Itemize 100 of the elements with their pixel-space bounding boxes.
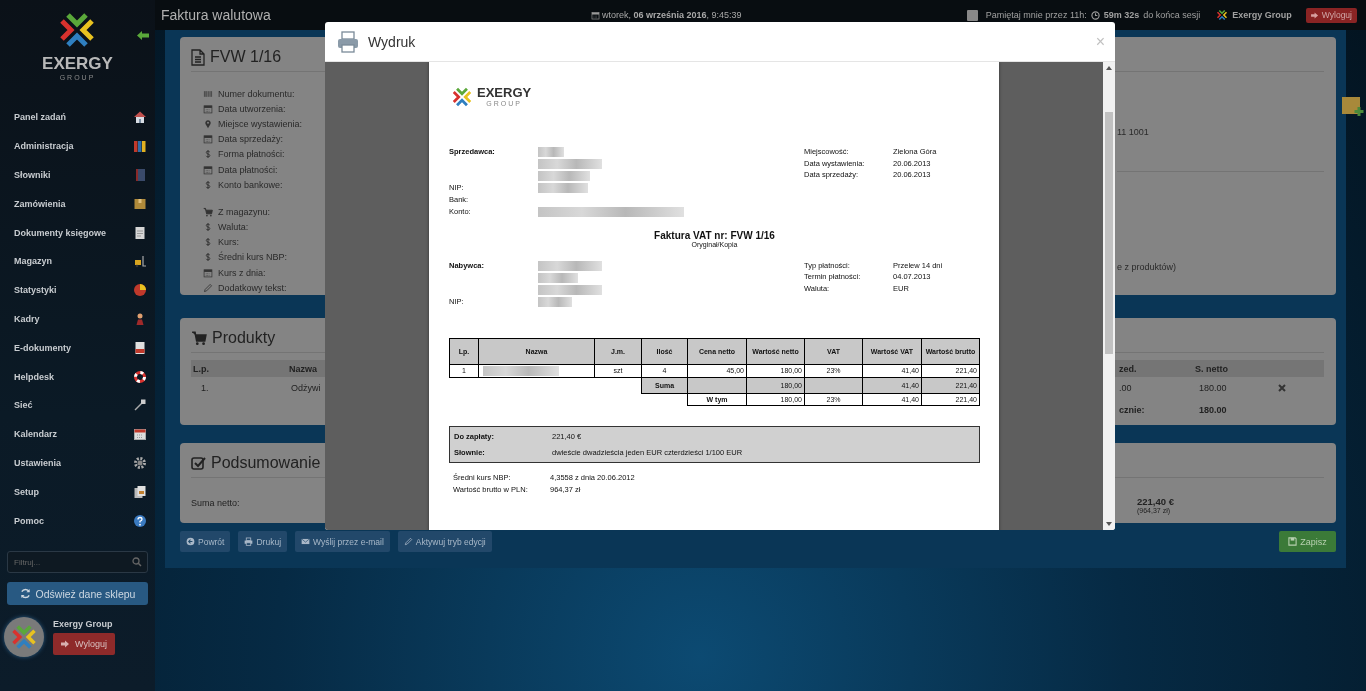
package-add-icon[interactable] (1342, 97, 1364, 117)
menu-item-label: Słowniki (14, 170, 51, 180)
menu-item[interactable]: Zamówienia (0, 189, 155, 219)
calendar-icon (203, 164, 213, 175)
logo-text: EXERGY (42, 54, 113, 74)
printer-icon (244, 537, 254, 546)
redacted-block (538, 147, 564, 157)
table-cell-text: 1. (200, 383, 210, 393)
book-icon (133, 168, 147, 182)
clock-icon (1090, 10, 1100, 20)
field-label: Kurs: (218, 237, 239, 248)
barcode-icon (203, 88, 213, 99)
field-label: Waluta: (218, 222, 249, 233)
settings-icon (133, 455, 147, 470)
menu-item[interactable]: Helpdesk (0, 362, 155, 391)
books-icon (133, 139, 147, 154)
menu-item[interactable]: Panel zadań (0, 103, 155, 132)
invoice-title: Faktura VAT nr: FVW 1/16 (654, 229, 775, 241)
menu-item-label: Helpdesk (14, 371, 55, 382)
menu-item[interactable]: Sieć (0, 390, 155, 420)
summary-value: 221,40 € (1137, 496, 1175, 507)
panel-title: Podsumowanie (211, 454, 321, 472)
column-header: S. netto (1194, 363, 1229, 374)
documents-icon (133, 484, 147, 499)
redacted-block (538, 171, 590, 181)
envelope-icon (301, 537, 311, 546)
panel-title: FVW 1/16 (210, 48, 282, 66)
menu-item-label: Setup (14, 486, 39, 497)
dollar-icon (203, 149, 213, 160)
menu-item-label: Kalendarz (14, 429, 57, 440)
scrollbar-thumb[interactable] (1105, 112, 1113, 354)
total-value: 180.00 (1198, 405, 1228, 415)
pie-chart-icon (133, 283, 147, 298)
menu-item-label: Magazyn (14, 256, 52, 267)
logo-icon (1216, 9, 1229, 21)
remember-label: Pamiętaj mnie przez 11h: (985, 10, 1087, 20)
menu-item[interactable]: Słowniki (0, 160, 155, 190)
house-icon (133, 110, 147, 125)
column-header: Nazwa (288, 363, 318, 374)
menu-item[interactable]: Kalendarz (0, 419, 155, 449)
field-value: 11 1001 (1117, 127, 1150, 137)
menu-item[interactable]: Magazyn (0, 247, 155, 276)
logout-button[interactable]: Wyloguj (1305, 7, 1357, 23)
menu-item[interactable]: Setup (0, 477, 155, 507)
cart-icon (191, 330, 207, 346)
summary-label: Suma netto: (191, 497, 241, 510)
menu-item[interactable]: Kadry (0, 304, 155, 334)
menu-item-label: Administracja (14, 141, 74, 152)
menu-item[interactable]: E-dokumenty (0, 333, 155, 363)
user-name: Exergy Group (1232, 10, 1292, 20)
menu-item-label: Dokumenty księgowe (14, 227, 107, 238)
menu-item[interactable]: Administracja (0, 131, 155, 161)
document-icon (133, 225, 147, 240)
menu-item[interactable]: Ustawienia (0, 448, 155, 478)
menu-item-label: Statystyki (14, 285, 57, 296)
refresh-button[interactable]: Odśwież dane sklepu (7, 582, 148, 606)
field-label: Konto bankowe: (218, 179, 283, 190)
remember-checkbox[interactable] (966, 9, 978, 21)
menu-item[interactable]: Statystyki (0, 275, 155, 305)
logo-icon (451, 86, 473, 108)
field-label: Kurs z dnia: (218, 267, 266, 278)
redacted-block (538, 183, 588, 193)
menu-item-label: Ustawienia (14, 457, 62, 468)
calendar-icon (591, 10, 600, 20)
calendar-icon (203, 103, 213, 114)
pencil-icon (403, 537, 413, 546)
menu-item[interactable]: Dokumenty księgowe (0, 218, 155, 247)
action-button[interactable]: Wyślij przez e-mail (295, 531, 390, 552)
field-label: Z magazynu: (218, 206, 271, 217)
date-time: wtorek, 06 września 2016, 9:45:39 (602, 10, 742, 20)
filter-field[interactable]: Filtruj... (7, 551, 148, 574)
logout-button[interactable]: Wyloguj (53, 633, 115, 656)
collapse-arrow-icon[interactable] (137, 31, 149, 40)
menu-item-label: Zamówienia (14, 198, 66, 209)
sign-out-icon (1310, 11, 1319, 19)
scroll-up-icon[interactable] (1106, 66, 1112, 70)
sign-out-icon (61, 640, 71, 649)
column-header: zed. (1118, 363, 1138, 374)
back-icon (186, 537, 195, 546)
dollar-icon (203, 179, 213, 190)
table-cell-text: Odżywi (290, 383, 322, 393)
map-marker-icon (203, 118, 213, 129)
remove-icon[interactable] (1278, 384, 1286, 392)
document-icon (191, 48, 205, 66)
menu-item-label: Panel zadań (14, 112, 67, 123)
calendar-icon (133, 427, 147, 442)
lifebuoy-icon (133, 369, 147, 384)
session-label: do końca sesji (1143, 10, 1201, 20)
action-button[interactable]: Drukuj (238, 531, 288, 552)
column-header: L.p. (192, 363, 210, 374)
table-cell-text: .00 (1118, 383, 1133, 393)
action-button[interactable]: Aktywuj tryb edycji (397, 531, 492, 552)
cart-icon (203, 206, 213, 217)
scrollbar[interactable] (1103, 62, 1115, 530)
action-button[interactable]: Powrót (180, 531, 231, 552)
calendar-icon (203, 134, 213, 145)
field-label: Forma płatności: (218, 149, 285, 160)
table-cell-text: 180.00 (1198, 383, 1228, 393)
field-value: e z produktów) (1117, 262, 1178, 272)
menu-item[interactable]: Pomoc (0, 506, 155, 535)
